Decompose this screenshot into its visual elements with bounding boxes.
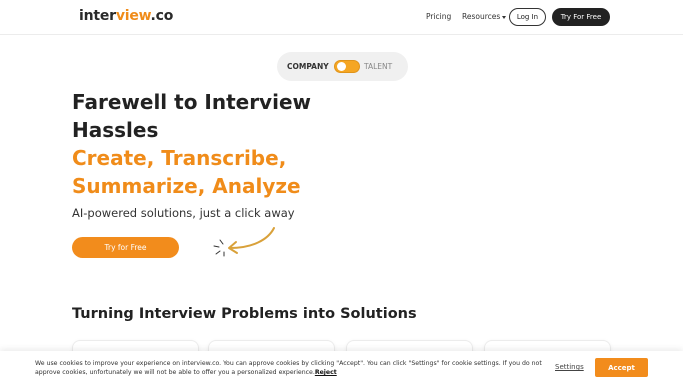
cookie-settings-link[interactable]: Settings <box>555 363 584 371</box>
nav-dropdown-resources[interactable]: Resources <box>462 12 507 21</box>
logo-text-main: inter <box>79 8 116 24</box>
nav-link-pricing[interactable]: Pricing <box>426 12 451 21</box>
nav-resources-label: Resources <box>462 12 501 21</box>
hero-accent-title: Create, Transcribe, Summarize, Analyze <box>72 146 301 198</box>
cookie-banner: We use cookies to improve your experienc… <box>0 351 683 384</box>
section-title: Turning Interview Problems into Solution… <box>72 306 417 322</box>
cookie-accept-button[interactable]: Accept <box>595 358 648 377</box>
toggle-label-company[interactable]: COMPANY <box>287 62 329 71</box>
chevron-down-icon <box>502 15 507 19</box>
cookie-message: We use cookies to improve your experienc… <box>35 359 545 377</box>
try-free-hero-button[interactable]: Try for Free <box>72 237 179 258</box>
toggle-label-talent[interactable]: TALENT <box>364 62 392 71</box>
logo[interactable]: interview.co <box>79 8 173 24</box>
toggle-switch[interactable] <box>334 60 360 73</box>
login-button[interactable]: Log In <box>509 8 546 26</box>
top-navbar: interview.co Pricing Resources Log In Tr… <box>0 0 683 35</box>
audience-toggle: COMPANY TALENT <box>277 52 408 81</box>
try-free-nav-button[interactable]: Try For Free <box>552 8 610 26</box>
logo-text-accent: view <box>115 8 151 24</box>
hero-title: Farewell to Interview Hassles <box>72 90 311 142</box>
hero-subtitle: AI-powered solutions, just a click away <box>72 206 295 220</box>
cookie-text: We use cookies to improve your experienc… <box>35 360 542 376</box>
logo-text-suffix: .co <box>150 8 174 24</box>
cookie-reject-link[interactable]: Reject <box>315 369 337 376</box>
toggle-knob <box>337 62 346 71</box>
curved-arrow-icon <box>213 227 275 257</box>
